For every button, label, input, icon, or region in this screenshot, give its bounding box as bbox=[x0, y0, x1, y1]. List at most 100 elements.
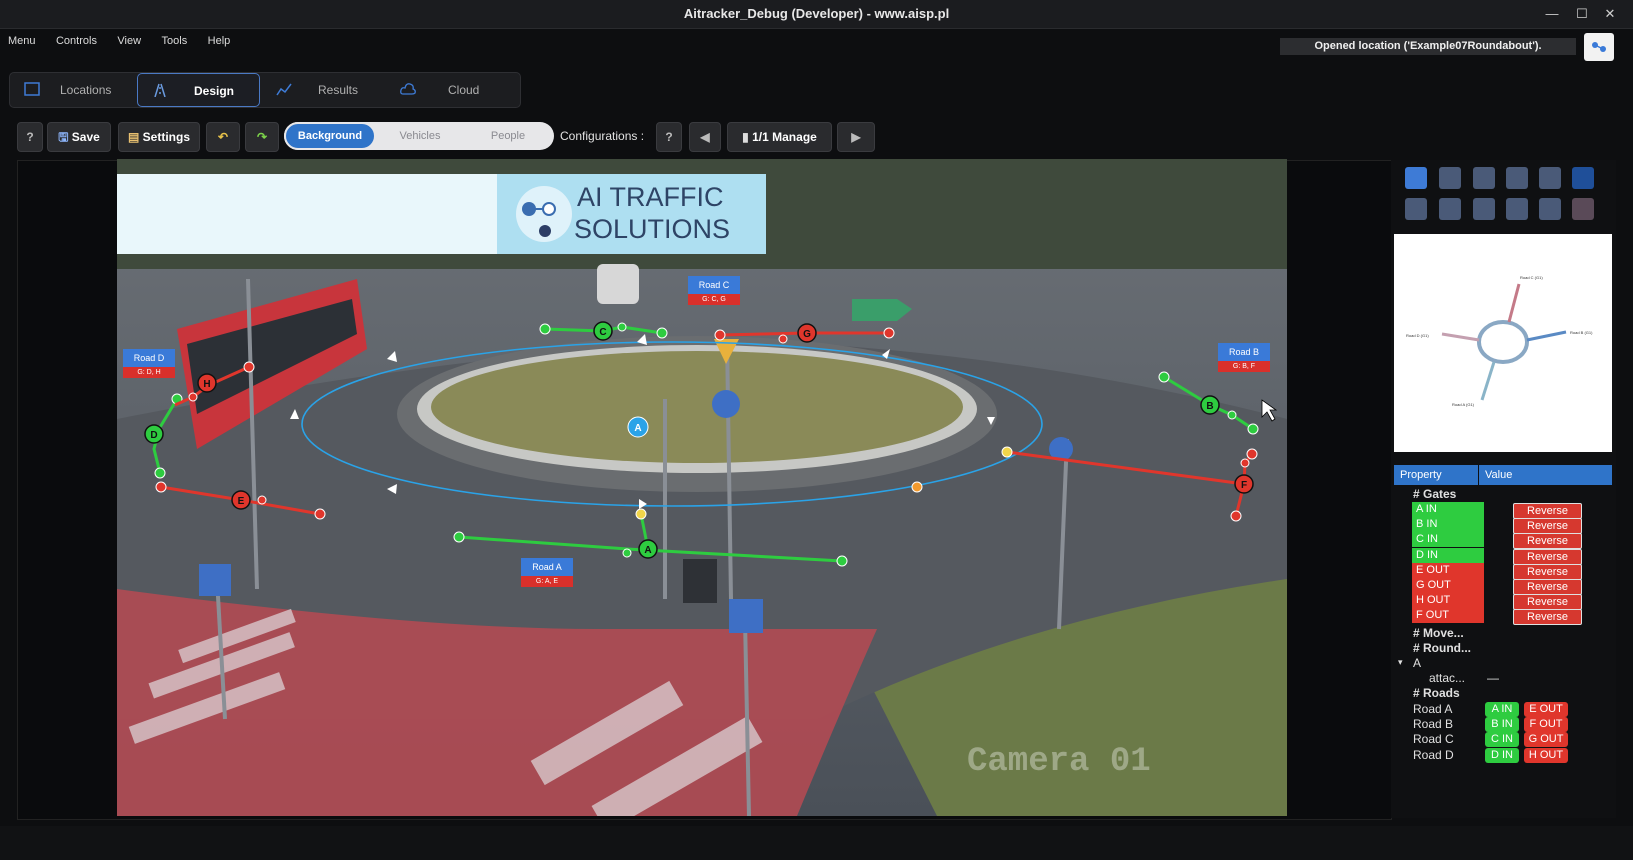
menu-item-help[interactable]: Help bbox=[208, 30, 231, 52]
reverse-button[interactable]: Reverse bbox=[1513, 563, 1582, 580]
gate-row-c-in[interactable]: C IN bbox=[1412, 532, 1484, 548]
gate-row-h-out[interactable]: H OUT bbox=[1412, 593, 1484, 609]
reverse-button[interactable]: Reverse bbox=[1513, 518, 1582, 535]
eraser-tool-icon[interactable] bbox=[1473, 198, 1495, 220]
manage-configs-button[interactable]: ▮ 1/1 Manage bbox=[727, 122, 832, 152]
crosswalk-sign-left bbox=[199, 564, 231, 596]
select-tool-icon[interactable] bbox=[1405, 167, 1427, 189]
minimap[interactable]: Road C (G1) Road B (G1) Road D (G1) Road… bbox=[1394, 234, 1612, 452]
banner-line-2: SOLUTIONS bbox=[574, 214, 730, 244]
mode-background[interactable]: Background bbox=[284, 122, 376, 150]
cloud-icon bbox=[400, 83, 416, 95]
tab-results[interactable]: Results bbox=[262, 73, 382, 107]
move-section[interactable]: # Move... bbox=[1413, 626, 1464, 640]
add-zone-icon[interactable] bbox=[1506, 167, 1528, 189]
collapse-arrow-icon[interactable]: ▾ bbox=[1398, 657, 1403, 668]
gate-row-b-in[interactable]: B IN bbox=[1412, 517, 1484, 533]
undo-button[interactable]: ↶ bbox=[206, 122, 240, 152]
rectangle-tool-icon[interactable] bbox=[1405, 198, 1427, 220]
menu-item-controls[interactable]: Controls bbox=[56, 30, 97, 52]
clipboard-icon: ▤ bbox=[127, 130, 140, 144]
road-in-chip[interactable]: A IN bbox=[1485, 702, 1519, 717]
configurations-help-button[interactable]: ? bbox=[656, 122, 682, 152]
road-in-chip[interactable]: C IN bbox=[1485, 732, 1519, 748]
tab-locations[interactable]: Locations bbox=[10, 73, 135, 107]
configurations-label: Configurations : bbox=[560, 129, 645, 143]
svg-text:A: A bbox=[634, 423, 641, 434]
add-gate-icon[interactable] bbox=[1439, 167, 1461, 189]
road-tag-b[interactable]: Road B G: B, F bbox=[1218, 343, 1270, 372]
reverse-button[interactable]: Reverse bbox=[1513, 533, 1582, 550]
value-header: Value bbox=[1479, 465, 1612, 485]
mode-vehicles[interactable]: Vehicles bbox=[380, 122, 460, 150]
undo-icon: ↶ bbox=[217, 130, 229, 144]
crosswalk-sign-center bbox=[729, 599, 763, 633]
arrow-right-icon: ▶ bbox=[851, 130, 861, 144]
road-in-chip[interactable]: B IN bbox=[1485, 717, 1519, 733]
road-out-chip[interactable]: H OUT bbox=[1524, 747, 1568, 763]
svg-text:Road D (G1): Road D (G1) bbox=[1406, 333, 1429, 338]
svg-text:A: A bbox=[644, 545, 651, 556]
road-out-chip[interactable]: E OUT bbox=[1524, 702, 1568, 717]
prev-config-button[interactable]: ◀ bbox=[689, 122, 721, 152]
tab-cloud[interactable]: Cloud bbox=[386, 73, 506, 107]
next-config-button[interactable]: ▶ bbox=[837, 122, 875, 152]
gate-row-a-in[interactable]: A IN bbox=[1412, 502, 1484, 517]
close-icon[interactable]: ✕ bbox=[1600, 4, 1620, 24]
measure-tool-icon[interactable] bbox=[1439, 198, 1461, 220]
road-tag-a[interactable]: Road A G: A, E bbox=[521, 558, 573, 587]
waypoint-marker[interactable] bbox=[911, 481, 923, 493]
add-point-icon[interactable] bbox=[1539, 167, 1561, 189]
road-row-label[interactable]: Road A bbox=[1413, 702, 1452, 716]
maximize-icon[interactable]: ☐ bbox=[1572, 4, 1592, 24]
gate-row-e-out[interactable]: E OUT bbox=[1412, 562, 1484, 578]
delete-icon[interactable] bbox=[1572, 198, 1594, 220]
reverse-button[interactable]: Reverse bbox=[1513, 548, 1582, 565]
draw-curve-icon[interactable] bbox=[1572, 167, 1594, 189]
roads-section: # Roads bbox=[1413, 686, 1460, 700]
minimize-icon[interactable]: — bbox=[1542, 4, 1562, 24]
gate-row-g-out[interactable]: G OUT bbox=[1412, 578, 1484, 593]
roundabout-sign bbox=[712, 390, 740, 418]
gate-row-d-in[interactable]: D IN bbox=[1412, 547, 1484, 563]
round-section[interactable]: # Round... bbox=[1413, 641, 1471, 655]
road-in-chip[interactable]: D IN bbox=[1485, 747, 1519, 763]
reverse-button[interactable]: Reverse bbox=[1513, 594, 1582, 611]
menu-bar: Menu Controls View Tools Help bbox=[0, 30, 238, 52]
attach-label: attac... bbox=[1429, 671, 1466, 685]
help-button[interactable]: ? bbox=[17, 122, 43, 152]
roundabout-item[interactable]: A bbox=[1413, 656, 1421, 670]
settings-button[interactable]: ▤ Settings bbox=[118, 122, 200, 152]
camera-canvas[interactable]: AI TRAFFIC SOLUTIONS A C G B F A E D H C… bbox=[117, 159, 1287, 816]
save-button[interactable]: 🖫 Save bbox=[47, 122, 111, 152]
reverse-button[interactable]: Reverse bbox=[1513, 503, 1582, 519]
road-row-label[interactable]: Road B bbox=[1413, 717, 1453, 731]
roundabout-tool-icon[interactable] bbox=[1539, 198, 1561, 220]
road-out-chip[interactable]: G OUT bbox=[1524, 732, 1568, 748]
gate-row-f-out[interactable]: F OUT bbox=[1412, 608, 1484, 624]
menu-item-menu[interactable]: Menu bbox=[8, 30, 36, 52]
svg-text:Road C (G1): Road C (G1) bbox=[1520, 275, 1543, 280]
redo-icon: ↷ bbox=[256, 130, 268, 144]
road-row-label[interactable]: Road C bbox=[1413, 732, 1454, 746]
car bbox=[597, 264, 639, 304]
road-out-chip[interactable]: F OUT bbox=[1524, 717, 1568, 733]
shape-tool-icon[interactable] bbox=[1506, 198, 1528, 220]
menu-item-view[interactable]: View bbox=[117, 30, 141, 52]
road-tag-c[interactable]: Road C G: C, G bbox=[688, 276, 740, 305]
road-tag-d[interactable]: Road D G: D, H bbox=[123, 349, 175, 378]
road-row-label[interactable]: Road D bbox=[1413, 748, 1454, 762]
attach-value[interactable]: — bbox=[1487, 671, 1499, 685]
reverse-button[interactable]: Reverse bbox=[1513, 579, 1582, 595]
tab-design[interactable]: Design bbox=[137, 73, 260, 107]
share-icon[interactable] bbox=[1584, 33, 1614, 61]
add-road-icon[interactable] bbox=[1473, 167, 1495, 189]
property-header: Property bbox=[1394, 465, 1478, 485]
mode-people[interactable]: People bbox=[468, 122, 548, 150]
title-bar: Aitracker_Debug (Developer) - www.aisp.p… bbox=[0, 0, 1633, 29]
banner-line-1: AI TRAFFIC bbox=[577, 182, 724, 212]
main-tabs: Locations Design Results Cloud bbox=[9, 72, 521, 108]
menu-item-tools[interactable]: Tools bbox=[162, 30, 188, 52]
redo-button[interactable]: ↷ bbox=[245, 122, 279, 152]
reverse-button[interactable]: Reverse bbox=[1513, 609, 1582, 626]
